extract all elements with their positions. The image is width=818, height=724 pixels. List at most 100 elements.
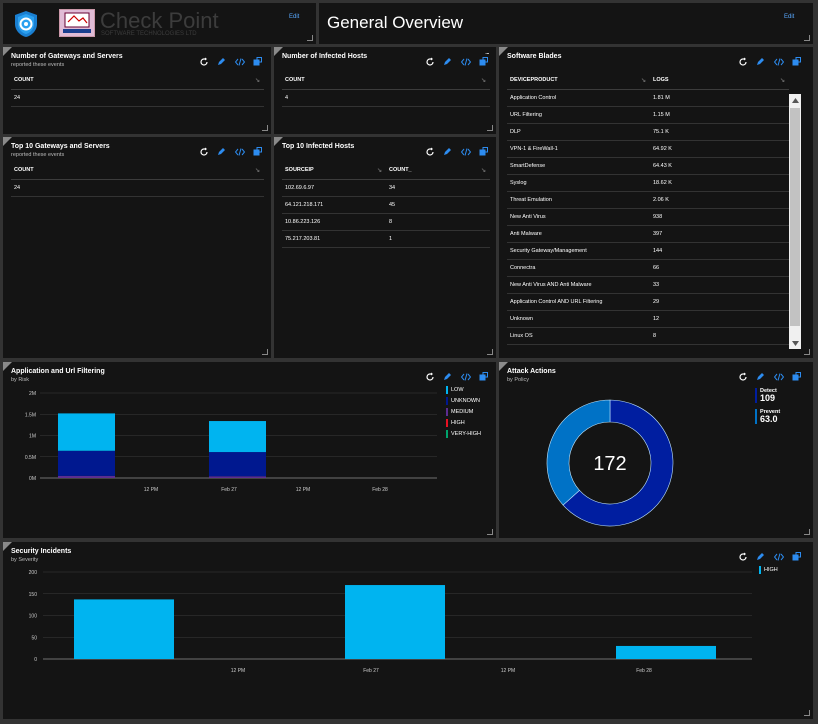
table-row[interactable]: 102.69.6.97 34 [282, 179, 490, 197]
edit-link-left[interactable]: Edit [289, 14, 299, 20]
sort-icon[interactable]: ↘ [481, 77, 486, 84]
table-row[interactable]: URL Filtering 1.15 M [507, 106, 789, 124]
code-icon[interactable] [234, 146, 245, 157]
column-header[interactable]: COUNT ↘ [11, 163, 264, 180]
code-icon[interactable] [234, 56, 245, 67]
refresh-icon[interactable] [424, 56, 435, 67]
resize-handle[interactable] [804, 349, 810, 355]
table-row[interactable]: 64.121.218.171 45 [282, 196, 490, 214]
edit-pencil-icon[interactable] [442, 56, 453, 67]
legend-item-very-high[interactable]: VERY-HIGH [446, 430, 481, 438]
resize-handle[interactable] [307, 35, 313, 41]
code-icon[interactable] [773, 551, 784, 562]
sort-icon[interactable]: ↘ [255, 77, 260, 84]
resize-handle[interactable] [804, 35, 810, 41]
tile-infected-count: Number of Infected Hosts ... COUNT ↘ 4 [274, 47, 496, 134]
resize-handle[interactable] [262, 349, 268, 355]
edit-pencil-icon[interactable] [442, 371, 453, 382]
header-title-tile: General Overview Edit [319, 3, 813, 44]
edit-link-right[interactable]: Edit [784, 14, 794, 20]
edit-pencil-icon[interactable] [216, 56, 227, 67]
pin-to-dashboard-icon[interactable] [252, 146, 263, 157]
legend-item-prevent[interactable]: Prevent 63.0 [755, 409, 780, 424]
pin-to-dashboard-icon[interactable] [791, 551, 802, 562]
table-row[interactable]: VPN-1 & FireWall-1 64.92 K [507, 140, 789, 158]
table-row[interactable]: New Anti Virus AND Anti Malware 33 [507, 276, 789, 294]
table-row[interactable]: 10.86.223.126 8 [282, 213, 490, 231]
table-cell: 10.86.223.126 [282, 213, 386, 231]
table-row[interactable]: Connectra 66 [507, 259, 789, 277]
software-blades-table: DEVICEPRODUCT ↘ LOGS ↘ Application Control… [507, 73, 789, 345]
refresh-icon[interactable] [737, 56, 748, 67]
column-header[interactable]: COUNT_ ↘ [386, 163, 490, 180]
sort-icon[interactable]: ↘ [377, 167, 382, 174]
column-header[interactable]: SOURCEIP ↘ [282, 163, 386, 180]
edit-pencil-icon[interactable] [216, 146, 227, 157]
code-icon[interactable] [773, 56, 784, 67]
sort-icon[interactable]: ↘ [481, 167, 486, 174]
column-header[interactable]: COUNT ↘ [11, 73, 264, 90]
edit-pencil-icon[interactable] [755, 551, 766, 562]
legend-item-medium[interactable]: MEDIUM [446, 408, 473, 416]
code-icon[interactable] [773, 371, 784, 382]
resize-handle[interactable] [487, 349, 493, 355]
code-icon[interactable] [460, 56, 471, 67]
edit-pencil-icon[interactable] [755, 371, 766, 382]
gateways-count-table: COUNT ↘ 24 [11, 73, 264, 107]
resize-handle[interactable] [487, 125, 493, 131]
table-row[interactable]: New Anti Virus 938 [507, 208, 789, 226]
column-header[interactable]: LOGS ↘ [650, 73, 789, 90]
legend-item-detect[interactable]: Detect 109 [755, 388, 777, 403]
resize-handle[interactable] [804, 529, 810, 535]
scroll-thumb[interactable] [790, 108, 800, 326]
pin-to-dashboard-icon[interactable] [791, 56, 802, 67]
pin-to-dashboard-icon[interactable] [791, 371, 802, 382]
pin-to-dashboard-icon[interactable] [252, 56, 263, 67]
legend-item-high[interactable]: HIGH [759, 566, 778, 574]
edit-pencil-icon[interactable] [755, 56, 766, 67]
refresh-icon[interactable] [424, 371, 435, 382]
edit-pencil-icon[interactable] [442, 146, 453, 157]
sort-icon[interactable]: ↘ [641, 77, 646, 84]
legend-item-unknown[interactable]: UNKNOWN [446, 397, 480, 405]
tile-gateways-count: Number of Gateways and Servers reported … [3, 47, 271, 134]
table-row[interactable]: Security Gateway/Management 144 [507, 242, 789, 260]
blades-table-viewport[interactable]: DEVICEPRODUCT ↘ LOGS ↘ Application Control… [507, 73, 789, 347]
refresh-icon[interactable] [737, 371, 748, 382]
refresh-icon[interactable] [198, 146, 209, 157]
legend-item-high[interactable]: HIGH [446, 419, 465, 427]
legend-item-low[interactable]: LOW [446, 386, 464, 394]
table-row[interactable]: SmartDefense 64.43 K [507, 157, 789, 175]
pin-to-dashboard-icon[interactable] [478, 56, 489, 67]
refresh-icon[interactable] [424, 146, 435, 157]
table-cell: Syslog [507, 174, 650, 192]
scroll-down-arrow[interactable] [789, 337, 801, 349]
refresh-icon[interactable] [198, 56, 209, 67]
refresh-icon[interactable] [737, 551, 748, 562]
code-icon[interactable] [460, 146, 471, 157]
resize-handle[interactable] [487, 529, 493, 535]
column-header[interactable]: COUNT ↘ [282, 73, 490, 90]
table-row[interactable]: Linux OS 8 [507, 327, 789, 345]
resize-handle[interactable] [262, 125, 268, 131]
more-options-icon[interactable]: ... [485, 47, 490, 56]
bar-high [345, 585, 445, 659]
scrollbar[interactable] [789, 94, 801, 349]
pin-to-dashboard-icon[interactable] [478, 371, 489, 382]
table-row[interactable]: DLP 75.1 K [507, 123, 789, 141]
table-row[interactable]: Threat Emulation 2.06 K [507, 191, 789, 209]
code-icon[interactable] [460, 371, 471, 382]
table-row[interactable]: Application Control 1.81 M [507, 89, 789, 107]
sort-icon[interactable]: ↘ [780, 77, 785, 84]
table-row[interactable]: 75.217.203.81 1 [282, 230, 490, 248]
tile-subtitle: reported these events [11, 152, 65, 158]
table-row[interactable]: Anti Malware 397 [507, 225, 789, 243]
column-header[interactable]: DEVICEPRODUCT ↘ [507, 73, 650, 90]
resize-handle[interactable] [804, 710, 810, 716]
sort-icon[interactable]: ↘ [255, 167, 260, 174]
scroll-up-arrow[interactable] [789, 94, 801, 106]
table-row[interactable]: Syslog 18.62 K [507, 174, 789, 192]
table-row[interactable]: Unknown 12 [507, 310, 789, 328]
table-row[interactable]: Application Control AND URL Filtering 29 [507, 293, 789, 311]
pin-to-dashboard-icon[interactable] [478, 146, 489, 157]
